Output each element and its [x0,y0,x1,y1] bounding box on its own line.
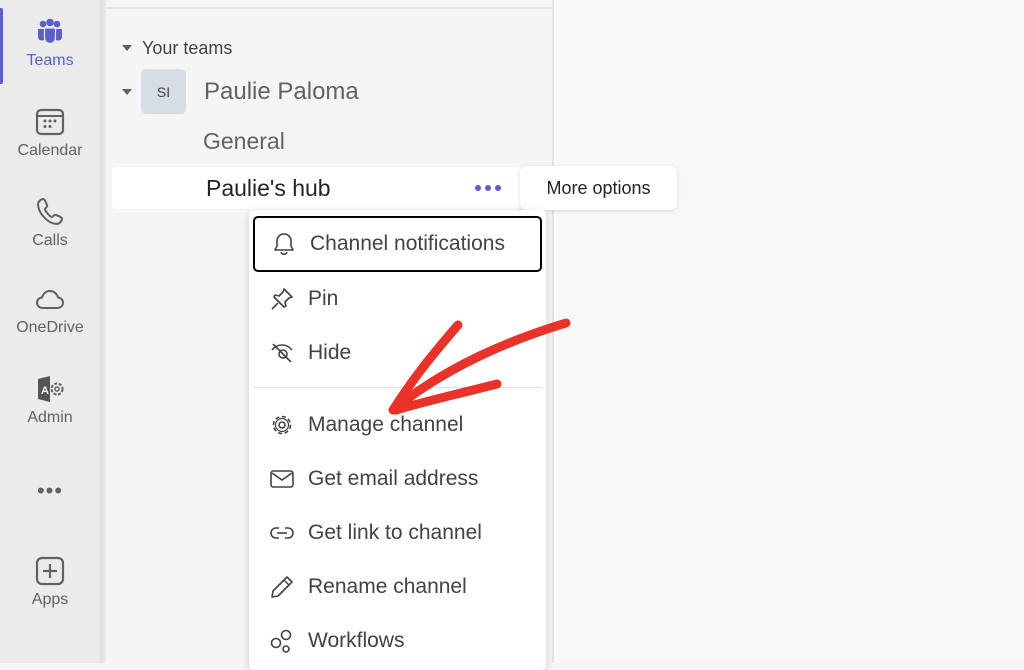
more-options-icon [475,185,481,191]
menu-label: Hide [308,341,352,364]
app-rail: Teams Calendar Calls OneDrive A Admin ••… [0,0,100,663]
phone-icon [37,198,63,225]
menu-label: Get email address [308,467,479,490]
add-app-icon [35,556,65,586]
menu-label: Get link to channel [308,521,482,544]
gear-icon [272,415,292,435]
menu-label: Workflows [308,629,405,652]
collapse-team-icon[interactable] [122,89,132,95]
channel-item-general[interactable]: General [203,128,285,155]
rail-more-apps-button[interactable]: ••• [0,478,100,504]
rail-item-calendar[interactable]: Calendar [0,106,100,160]
collapse-your-teams-icon[interactable] [122,45,132,51]
pane-header-divider [106,7,552,9]
menu-item-get-link-to-channel[interactable]: Get link to channel [253,506,542,560]
admin-icon: A [38,376,64,402]
rail-item-admin[interactable]: A Admin [0,373,100,427]
menu-item-manage-channel[interactable]: Manage channel [253,398,542,452]
mail-icon [270,470,294,488]
channel-name: Paulie's hub [206,175,331,201]
your-teams-heading[interactable]: Your teams [142,38,232,59]
bell-icon [274,233,294,256]
menu-item-workflows[interactable]: Workflows [253,614,542,668]
rail-item-teams[interactable]: Teams [0,16,100,70]
pencil-icon [271,576,293,598]
rail-label-teams: Teams [26,52,74,69]
channel-context-menu: Channel notifications Pin Hide Manage ch… [249,210,546,670]
rail-label-admin: Admin [27,409,73,426]
menu-item-pin[interactable]: Pin [253,272,542,326]
rail-item-onedrive[interactable]: OneDrive [0,283,100,337]
rail-label-calendar: Calendar [17,142,83,159]
menu-item-channel-notifications[interactable]: Channel notifications [253,216,542,272]
channel-item-paulies-hub[interactable]: Paulie's hub [112,167,520,209]
menu-label: Channel notifications [310,232,505,255]
eye-off-icon [271,343,293,363]
workflows-icon [270,629,292,653]
menu-divider [253,387,542,388]
calendar-icon [35,108,65,136]
cloud-icon [35,289,65,309]
link-icon [270,527,294,539]
rail-label-onedrive: OneDrive [16,319,84,336]
rail-label-apps: Apps [31,591,69,608]
more-apps-icon: ••• [36,478,64,503]
svg-text:A: A [41,385,49,397]
menu-label: Rename channel [308,575,467,598]
menu-item-get-email-address[interactable]: Get email address [253,452,542,506]
team-avatar: SI [141,69,186,114]
pin-icon [271,288,293,310]
menu-item-hide[interactable]: Hide [253,326,542,380]
teams-icon [38,18,62,45]
menu-label: Pin [308,287,339,310]
more-options-tooltip: More options [520,166,677,210]
menu-label: Manage channel [308,413,464,436]
team-name[interactable]: Paulie Paloma [204,78,359,106]
main-content-area [554,0,1024,663]
rail-item-apps[interactable]: Apps [0,555,100,609]
rail-label-calls: Calls [32,232,68,249]
rail-item-calls[interactable]: Calls [0,196,100,250]
more-options-button[interactable] [475,179,501,197]
menu-item-rename-channel[interactable]: Rename channel [253,560,542,614]
